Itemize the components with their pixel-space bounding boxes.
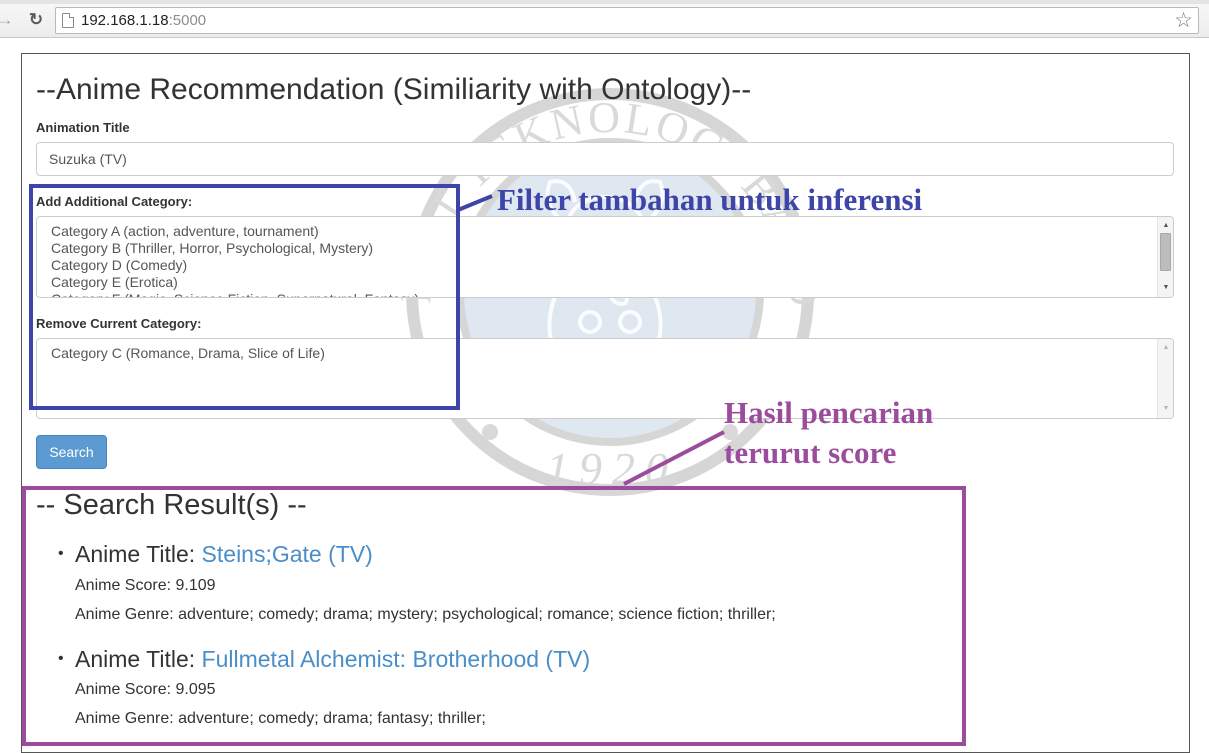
add-category-option[interactable]: Category D (Comedy) [51, 257, 1173, 274]
result-genre: Anime Genre: adventure; comedy; drama; m… [75, 606, 776, 623]
animation-title-label: Animation Title [36, 120, 130, 135]
result-title-link[interactable]: Steins;Gate (TV) [202, 541, 373, 567]
result-title-prefix: Anime Title: [75, 646, 202, 672]
add-category-scrollbar[interactable]: ▲ ▼ [1157, 217, 1173, 297]
result-genre: Anime Genre: adventure; comedy; drama; f… [75, 710, 486, 727]
results-title: -- Search Result(s) -- [36, 489, 307, 521]
add-category-option[interactable]: Category B (Thriller, Horror, Psychologi… [51, 240, 1173, 257]
scroll-thumb[interactable] [1160, 233, 1171, 271]
remove-category-listbox[interactable]: Category C (Romance, Drama, Slice of Lif… [36, 338, 1174, 419]
bullet: • [58, 650, 64, 667]
add-category-label: Add Additional Category: [36, 194, 193, 209]
remove-category-option[interactable]: Category C (Romance, Drama, Slice of Lif… [51, 345, 1173, 362]
page-title: --Anime Recommendation (Similiarity with… [36, 73, 752, 106]
remove-category-scrollbar[interactable]: ▲ ▼ [1157, 339, 1173, 418]
result-title-line: Anime Title: Steins;Gate (TV) [75, 541, 373, 568]
browser-toolbar: → ↻ 192.168.1.18:5000 ☆ [0, 4, 1209, 38]
result-title-link[interactable]: Fullmetal Alchemist: Brotherhood (TV) [202, 646, 591, 672]
reload-icon[interactable]: ↻ [25, 8, 47, 32]
bullet: • [58, 545, 64, 562]
bookmark-star-icon[interactable]: ☆ [1174, 8, 1193, 33]
scroll-up-icon[interactable]: ▲ [1158, 341, 1173, 355]
result-title-line: Anime Title: Fullmetal Alchemist: Brothe… [75, 646, 590, 673]
address-bar[interactable]: 192.168.1.18:5000 ☆ [55, 7, 1199, 34]
scroll-down-icon[interactable]: ▼ [1158, 402, 1173, 416]
animation-title-input[interactable]: Suzuka (TV) [36, 142, 1174, 176]
page-icon [62, 13, 74, 28]
url-port: :5000 [168, 12, 207, 29]
add-category-option[interactable]: Category F (Magic, Science Fiction, Supe… [51, 291, 1173, 297]
url-text[interactable]: 192.168.1.18:5000 [81, 12, 206, 29]
search-button[interactable]: Search [36, 435, 107, 469]
scroll-down-icon[interactable]: ▼ [1158, 281, 1173, 295]
result-score: Anime Score: 9.109 [75, 577, 216, 594]
add-category-option[interactable]: Category E (Erotica) [51, 274, 1173, 291]
back-arrow-icon[interactable]: → [0, 8, 16, 32]
add-category-listbox[interactable]: Category A (action, adventure, tournamen… [36, 216, 1174, 298]
result-item: • Anime Title: Fullmetal Alchemist: Brot… [58, 646, 958, 736]
remove-category-label: Remove Current Category: [36, 316, 202, 331]
result-item: • Anime Title: Steins;Gate (TV) Anime Sc… [58, 541, 958, 631]
add-category-options: Category A (action, adventure, tournamen… [37, 217, 1173, 297]
url-host: 192.168.1.18 [81, 12, 169, 29]
add-category-option[interactable]: Category A (action, adventure, tournamen… [51, 223, 1173, 240]
result-title-prefix: Anime Title: [75, 541, 202, 567]
scroll-up-icon[interactable]: ▲ [1158, 219, 1173, 233]
result-score: Anime Score: 9.095 [75, 681, 216, 698]
remove-category-options: Category C (Romance, Drama, Slice of Lif… [37, 339, 1173, 362]
